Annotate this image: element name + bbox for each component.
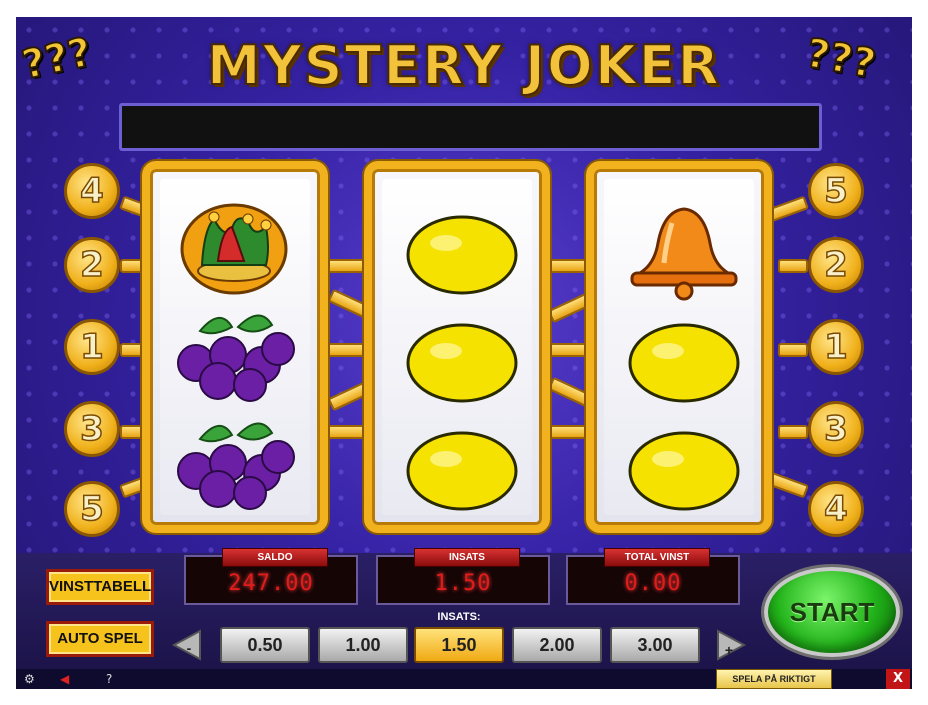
bet-option-button[interactable]: 3.00	[610, 627, 700, 663]
bet-option-button-selected[interactable]: 1.50	[414, 627, 504, 663]
bet-option-button[interactable]: 0.50	[220, 627, 310, 663]
sound-icon[interactable]: ◀	[60, 669, 69, 689]
payline-connector	[778, 259, 808, 273]
payline-number-left[interactable]: 4	[64, 163, 120, 219]
lemon-icon	[628, 431, 740, 511]
total-win-label: TOTAL VINST	[604, 548, 710, 567]
balance-label: SALDO	[222, 548, 328, 567]
balance-value: 247.00	[228, 571, 314, 596]
start-button[interactable]: START	[764, 567, 900, 657]
payline-number-left[interactable]: 2	[64, 237, 120, 293]
bell-icon	[630, 207, 738, 301]
lemon-icon	[628, 323, 740, 403]
payline-number-right[interactable]: 1	[808, 319, 864, 375]
plum-icon	[177, 314, 295, 402]
stake-value: 1.50	[434, 571, 492, 596]
lemon-icon	[406, 323, 518, 403]
bet-option-button[interactable]: 1.00	[318, 627, 408, 663]
bet-increase-arrow-icon[interactable]: +	[714, 627, 748, 663]
plum-icon	[177, 422, 295, 510]
game-title: MYSTERY JOKER	[206, 34, 722, 98]
payline-number-right[interactable]: 4	[808, 481, 864, 537]
question-marks-right-icon: ???	[802, 29, 881, 88]
payline-number-left[interactable]: 3	[64, 401, 120, 457]
stake-label: INSATS	[414, 548, 520, 567]
payline-connector	[778, 425, 808, 439]
payline-number-left[interactable]: 1	[64, 319, 120, 375]
paytable-button[interactable]: VINSTTABELL	[46, 569, 154, 605]
total-win-display: TOTAL VINST 0.00	[566, 548, 740, 605]
reel-2	[364, 161, 550, 533]
settings-icon[interactable]: ⚙	[24, 669, 35, 689]
payline-connector	[778, 343, 808, 357]
bet-option-button[interactable]: 2.00	[512, 627, 602, 663]
bet-increase-label: +	[725, 642, 733, 658]
bet-decrease-arrow-icon[interactable]: -	[170, 627, 204, 663]
payline-number-right[interactable]: 5	[808, 163, 864, 219]
bet-decrease-label: -	[187, 640, 192, 656]
reel-3	[586, 161, 772, 533]
balance-display: SALDO 247.00	[184, 548, 358, 605]
bet-label: INSATS:	[437, 611, 481, 623]
payline-number-right[interactable]: 2	[808, 237, 864, 293]
help-icon[interactable]: ?	[106, 669, 112, 689]
play-for-real-button[interactable]: SPELA PÅ RIKTIGT	[716, 669, 832, 689]
joker-hat-icon	[180, 203, 288, 295]
lemon-icon	[406, 431, 518, 511]
payline-number-right[interactable]: 3	[808, 401, 864, 457]
autoplay-button[interactable]: AUTO SPEL	[46, 621, 154, 657]
message-bar	[119, 103, 822, 151]
reel-1	[142, 161, 328, 533]
question-marks-left-icon: ???	[17, 28, 97, 89]
lemon-icon	[406, 215, 518, 295]
close-button[interactable]: X	[886, 669, 910, 689]
game-screen: ??? ??? MYSTERY JOKER 4 2 1 3 5 5 2 1 3 …	[16, 17, 912, 689]
payline-number-left[interactable]: 5	[64, 481, 120, 537]
stake-display: INSATS 1.50	[376, 548, 550, 605]
total-win-value: 0.00	[624, 571, 682, 596]
